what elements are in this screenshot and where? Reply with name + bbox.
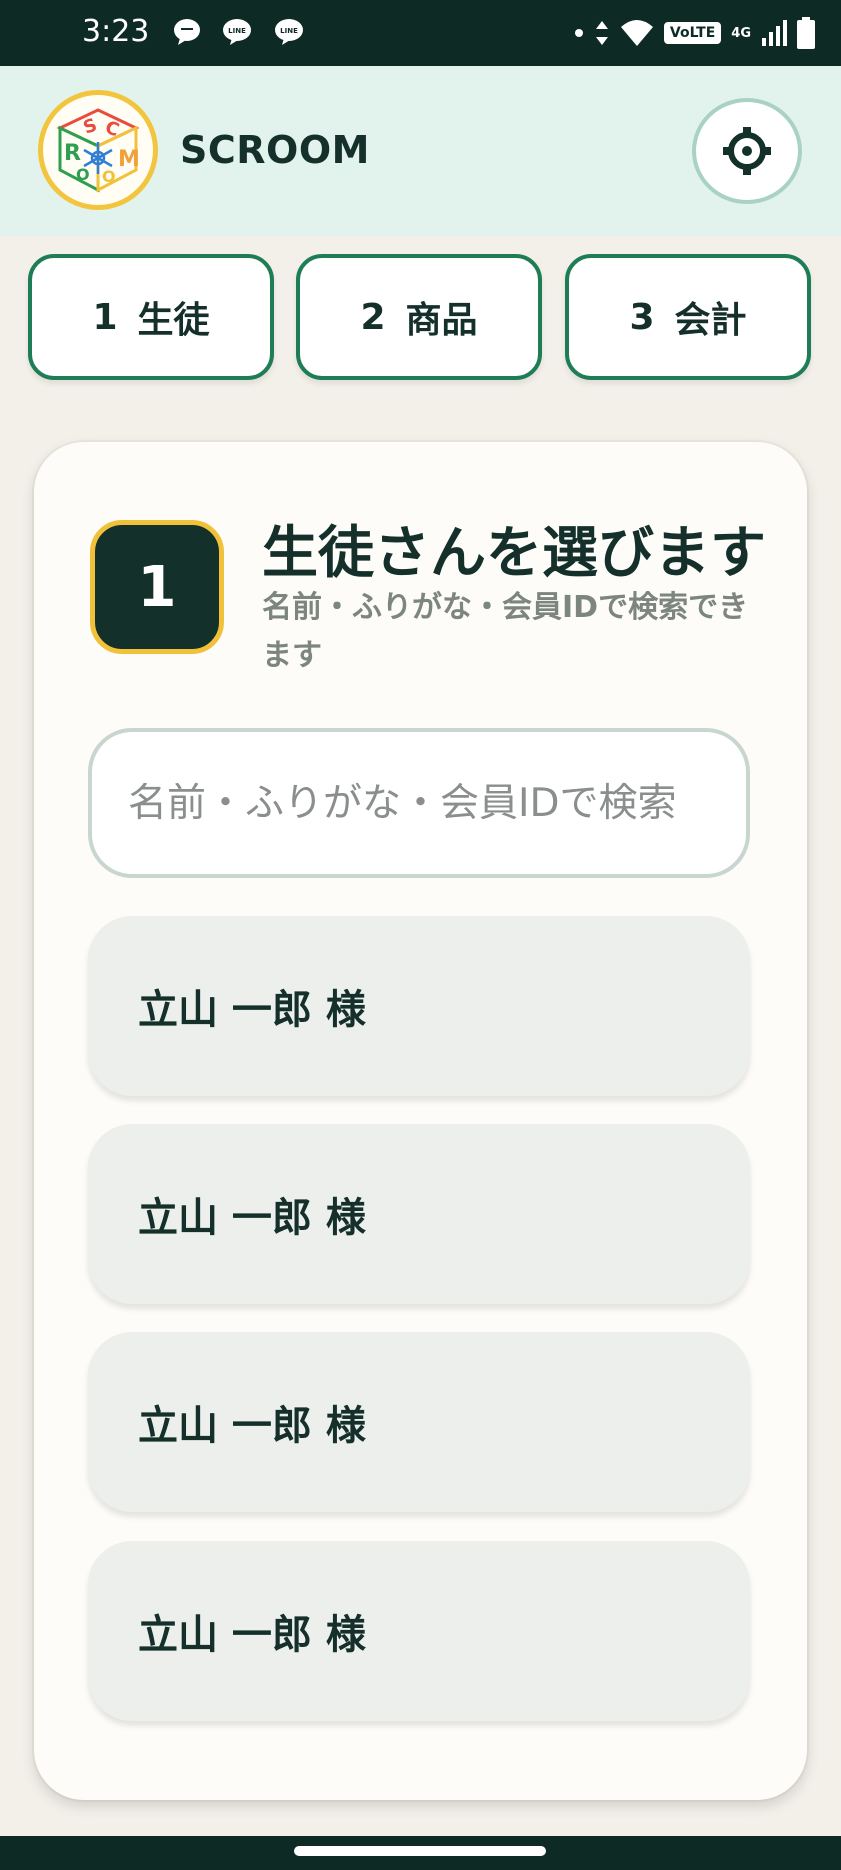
network-type: 4G <box>731 25 751 41</box>
chat-bubble-icon <box>174 19 200 45</box>
student-name: 立山 一郎 様 <box>138 1195 366 1241</box>
signal-icon <box>762 20 787 46</box>
app-title: SCROOM <box>180 128 370 172</box>
step-description: 名前・ふりがな・会員IDで検索できます <box>262 590 749 673</box>
svg-text:LINE: LINE <box>280 27 298 35</box>
status-right-group: VoLTE 4G <box>574 14 815 52</box>
svg-text:M: M <box>118 147 140 172</box>
notification-dot-icon <box>574 29 583 37</box>
tab-number: 1 <box>92 296 118 338</box>
step-number-badge: 1 <box>90 520 224 654</box>
student-list-item[interactable]: 立山 一郎 様 <box>88 1332 750 1512</box>
data-arrows-icon <box>595 21 608 45</box>
gear-icon <box>723 127 771 175</box>
app-header: S C R O O M SCROOM <box>0 66 841 236</box>
svg-text:O: O <box>76 165 90 184</box>
svg-text:R: R <box>64 141 81 166</box>
tab-label: 会計 <box>674 300 747 341</box>
search-input[interactable] <box>88 728 750 878</box>
tab-number: 2 <box>360 296 386 338</box>
tab-number: 3 <box>629 296 655 338</box>
step-title: 生徒さんを選びます <box>262 521 766 586</box>
home-gesture-handle[interactable] <box>294 1846 546 1856</box>
student-name: 立山 一郎 様 <box>138 987 366 1033</box>
scroom-logo-icon: S C R O O M <box>56 108 140 193</box>
line-icon: LINE <box>275 19 303 45</box>
status-bar: 3:23 LINE LINE VoLTE 4G <box>0 0 841 66</box>
battery-icon <box>797 17 815 49</box>
wifi-icon <box>620 20 653 46</box>
settings-button[interactable] <box>692 98 802 204</box>
svg-text:LINE: LINE <box>228 27 246 35</box>
student-name: 立山 一郎 様 <box>138 1403 366 1449</box>
tab-product[interactable]: 2 商品 <box>296 254 542 380</box>
tab-student[interactable]: 1 生徒 <box>28 254 274 380</box>
volte-badge: VoLTE <box>663 22 722 44</box>
svg-text:O: O <box>102 167 116 186</box>
tab-label: 生徒 <box>137 300 210 341</box>
tab-label: 商品 <box>405 300 478 341</box>
status-time: 3:23 <box>82 14 150 49</box>
app-logo: S C R O O M <box>38 90 158 210</box>
line-icon: LINE <box>223 19 251 45</box>
student-name: 立山 一郎 様 <box>138 1612 366 1658</box>
tab-checkout[interactable]: 3 会計 <box>565 254 811 380</box>
student-list-item[interactable]: 立山 一郎 様 <box>88 1124 750 1304</box>
system-nav-bar <box>0 1836 841 1870</box>
student-list-item[interactable]: 立山 一郎 様 <box>88 1541 750 1721</box>
student-list-item[interactable]: 立山 一郎 様 <box>88 916 750 1096</box>
student-select-card: 1 生徒さんを選びます 名前・ふりがな・会員IDで検索できます 立山 一郎 様 … <box>34 442 807 1800</box>
